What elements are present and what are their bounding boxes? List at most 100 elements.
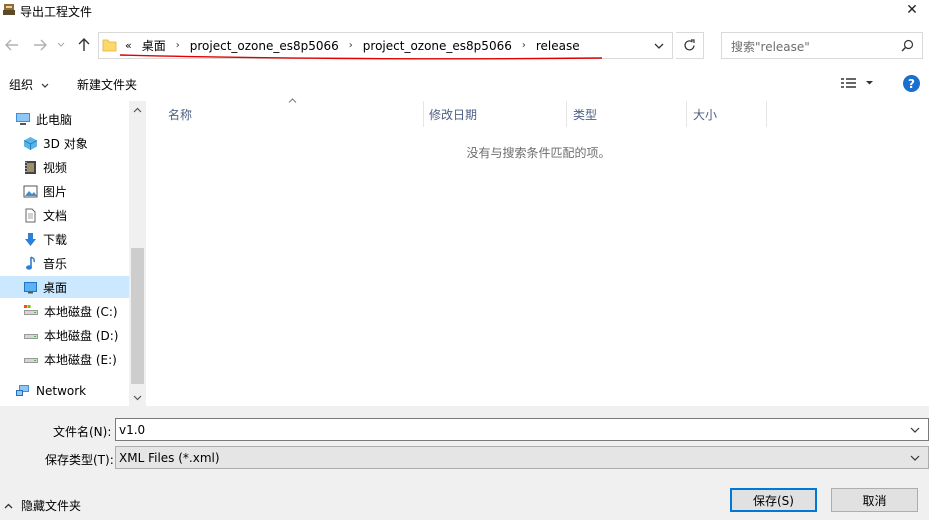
network-icon — [16, 385, 29, 396]
download-icon — [25, 232, 36, 246]
chevron-right-icon[interactable]: › — [345, 40, 357, 51]
view-options-button[interactable] — [841, 77, 879, 92]
refresh-icon — [684, 39, 695, 51]
nav-drive-d[interactable]: 本地磁盘 (D:) — [0, 324, 129, 346]
filetype-value: XML Files (*.xml) — [119, 450, 220, 465]
nav-label: 此电脑 — [36, 112, 73, 127]
search-icon — [901, 39, 914, 52]
chevron-down-icon — [57, 42, 65, 47]
nav-3d-objects[interactable]: 3D 对象 — [0, 132, 129, 154]
column-header-size[interactable]: 大小 — [693, 101, 717, 127]
column-header-type[interactable]: 类型 — [573, 101, 597, 127]
organize-menu[interactable]: 组织 — [9, 76, 49, 93]
forward-button[interactable] — [30, 34, 50, 56]
nav-scrollbar-thumb[interactable] — [131, 248, 144, 384]
desktop-icon — [24, 281, 37, 293]
nav-label: 视频 — [43, 160, 68, 175]
breadcrumb-project[interactable]: project_ozone_es8p5066 — [184, 39, 345, 53]
nav-label: 桌面 — [43, 280, 68, 295]
column-divider[interactable] — [686, 101, 687, 127]
arrow-up-icon — [78, 38, 90, 51]
close-icon: ✕ — [906, 2, 918, 18]
recent-locations-button[interactable] — [55, 34, 67, 56]
nav-network[interactable]: Network — [0, 380, 129, 402]
chevron-up-icon — [4, 503, 13, 508]
annotation-underline — [119, 54, 603, 60]
app-icon — [3, 4, 15, 15]
cancel-button[interactable]: 取消 — [831, 488, 918, 512]
nav-documents[interactable]: 文档 — [0, 204, 129, 226]
organize-label: 组织 — [9, 78, 34, 92]
folder-icon — [102, 39, 117, 52]
breadcrumb-release[interactable]: release — [530, 39, 586, 53]
empty-folder-message: 没有与搜索条件匹配的项。 — [466, 146, 611, 160]
nav-desktop[interactable]: 桌面 — [0, 276, 129, 298]
scroll-down-icon[interactable] — [133, 395, 142, 401]
video-icon — [25, 160, 36, 174]
column-divider[interactable] — [766, 101, 767, 127]
hide-folders-toggle[interactable]: 隐藏文件夹 — [4, 497, 81, 514]
close-button[interactable]: ✕ — [895, 0, 929, 20]
nav-label: 文档 — [43, 208, 68, 223]
nav-label: 本地磁盘 (E:) — [44, 352, 117, 367]
filename-value: v1.0 — [119, 422, 146, 437]
filetype-label: 保存类型(T): — [45, 453, 114, 467]
column-divider[interactable] — [423, 101, 424, 127]
hide-folders-label: 隐藏文件夹 — [21, 499, 82, 513]
chevron-down-icon — [41, 83, 49, 88]
nav-drive-c[interactable]: 本地磁盘 (C:) — [0, 300, 129, 322]
drive-icon — [24, 358, 38, 363]
column-header-modified[interactable]: 修改日期 — [429, 101, 477, 127]
save-button[interactable]: 保存(S) — [730, 488, 817, 512]
document-icon — [25, 208, 36, 222]
music-icon — [26, 255, 35, 270]
column-header-name[interactable]: 名称 — [168, 101, 192, 127]
drive-c-icon — [24, 305, 38, 315]
command-bar — [0, 70, 929, 98]
search-placeholder: 搜索"release" — [731, 40, 810, 54]
nav-this-pc[interactable]: 此电脑 — [0, 108, 129, 130]
navigation-pane: 此电脑 3D 对象 视频 图片 文档 下载 音乐 桌面 本地磁盘 (C:) 本地… — [0, 101, 146, 406]
nav-drive-e[interactable]: 本地磁盘 (E:) — [0, 348, 129, 370]
address-dropdown-button[interactable] — [654, 39, 664, 53]
chevron-down-icon[interactable] — [910, 427, 920, 434]
breadcrumb-overflow[interactable]: « — [121, 39, 136, 52]
nav-videos[interactable]: 视频 — [0, 156, 129, 178]
refresh-button[interactable] — [676, 32, 704, 59]
window-title: 导出工程文件 — [20, 5, 93, 19]
search-box[interactable]: 搜索"release" — [721, 32, 923, 59]
sort-ascending-icon — [288, 98, 297, 103]
new-folder-button[interactable]: 新建文件夹 — [77, 76, 137, 93]
chevron-right-icon[interactable]: › — [172, 40, 184, 51]
picture-icon — [23, 185, 38, 197]
filename-label: 文件名(N): — [53, 425, 112, 439]
scroll-up-icon[interactable] — [133, 107, 142, 113]
view-list-icon — [841, 78, 873, 88]
chevron-down-icon — [654, 43, 664, 49]
column-divider[interactable] — [566, 101, 567, 127]
chevron-down-icon — [910, 455, 920, 461]
cube-icon — [23, 136, 38, 150]
nav-downloads[interactable]: 下载 — [0, 228, 129, 250]
back-button[interactable] — [2, 34, 22, 56]
nav-pictures[interactable]: 图片 — [0, 180, 129, 202]
breadcrumb-project-sub[interactable]: project_ozone_es8p5066 — [357, 39, 518, 53]
nav-label: 音乐 — [43, 256, 68, 271]
arrow-right-icon — [34, 39, 47, 51]
arrow-left-icon — [5, 39, 18, 51]
nav-label: Network — [36, 384, 87, 398]
title-bar: 导出工程文件 ✕ — [0, 0, 929, 24]
nav-music[interactable]: 音乐 — [0, 252, 129, 274]
chevron-right-icon[interactable]: › — [518, 40, 530, 51]
nav-label: 3D 对象 — [43, 136, 88, 151]
help-icon: ? — [908, 76, 915, 91]
nav-label: 本地磁盘 (C:) — [44, 304, 118, 319]
filename-input[interactable]: v1.0 — [115, 418, 929, 441]
help-button[interactable]: ? — [903, 75, 920, 92]
drive-icon — [24, 334, 38, 339]
computer-icon — [16, 113, 30, 125]
nav-label: 图片 — [43, 184, 68, 199]
up-button[interactable] — [74, 34, 94, 56]
nav-label: 本地磁盘 (D:) — [44, 328, 119, 343]
filetype-select[interactable]: XML Files (*.xml) — [115, 446, 929, 469]
